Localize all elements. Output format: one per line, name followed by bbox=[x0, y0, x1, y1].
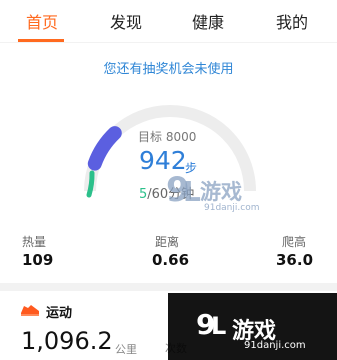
watermark-logo-center: 9 L bbox=[166, 170, 201, 210]
step-goal: 目标 8000 bbox=[138, 130, 197, 144]
distance-value: 0.66 bbox=[152, 251, 190, 269]
tab-health[interactable]: 健康 bbox=[192, 9, 224, 33]
watermark-center-text: 游戏 bbox=[200, 180, 242, 204]
watermark-logo: 9 L bbox=[196, 308, 226, 341]
watermark-center-url: 91danji.com bbox=[204, 203, 260, 213]
sport-title: 运动 bbox=[46, 306, 73, 321]
svg-text:L: L bbox=[183, 175, 201, 208]
tab-mine[interactable]: 我的 bbox=[276, 9, 308, 33]
running-shoe-icon bbox=[21, 305, 39, 316]
watermark-url: 91danji.com bbox=[244, 340, 306, 351]
tab-discover[interactable]: 发现 bbox=[110, 9, 142, 33]
svg-text:L: L bbox=[211, 312, 226, 340]
climb-value: 36.0 bbox=[276, 251, 314, 269]
calories-label: 热量 bbox=[22, 235, 47, 249]
steps-progress-arc bbox=[87, 126, 122, 171]
sport-distance: 1,096.2 bbox=[21, 327, 113, 355]
top-tab-bar: 首页 发现 健康 我的 bbox=[0, 0, 337, 42]
active-tab-indicator bbox=[18, 39, 64, 42]
sport-unit: 公里 bbox=[115, 343, 137, 356]
tab-home[interactable]: 首页 bbox=[26, 9, 58, 33]
climb-label: 爬高 bbox=[282, 235, 307, 249]
steps-card[interactable]: 您还有抽奖机会未使用 目标 8000 942 步 5/60分钟 热量 109 距… bbox=[0, 43, 337, 283]
distance-label: 距离 bbox=[155, 235, 180, 249]
calories-value: 109 bbox=[22, 251, 54, 269]
